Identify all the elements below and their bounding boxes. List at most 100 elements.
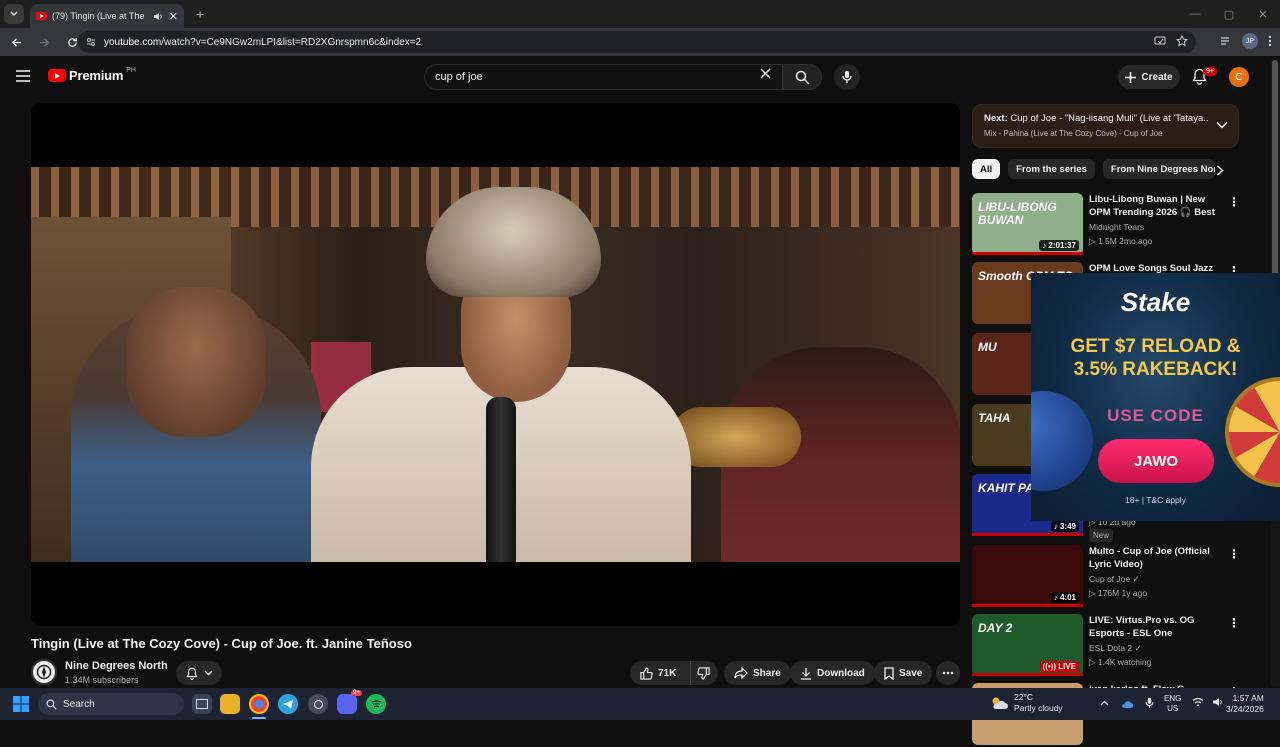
- more-actions-button[interactable]: [936, 661, 960, 685]
- video-player[interactable]: [31, 103, 960, 626]
- create-button[interactable]: Create: [1118, 65, 1180, 89]
- thumbs-up-icon: [640, 666, 653, 680]
- search-button[interactable]: [782, 64, 822, 90]
- guide-menu-button[interactable]: [16, 70, 30, 82]
- thumbnail-text: LIBU-LIBONG BUWAN: [978, 200, 1057, 227]
- channel-subscribers: 1.34M subscribers: [65, 675, 139, 685]
- video-scene-singer-hair: [426, 187, 601, 297]
- download-icon: [801, 667, 811, 680]
- youtube-header: Premium PH cup of joe Create 9+ C: [0, 56, 1280, 98]
- tab-search-button[interactable]: [4, 4, 24, 24]
- ad-promo-code-button[interactable]: JAWO: [1098, 439, 1214, 483]
- video-duration: ♪ 3:49: [1050, 521, 1079, 532]
- country-code: PH: [126, 67, 136, 74]
- microphone-icon[interactable]: [1145, 697, 1154, 709]
- weather-text: 22°C Partly cloudy: [1014, 692, 1063, 714]
- input-language[interactable]: ENG US: [1164, 694, 1181, 714]
- spotify-icon[interactable]: [366, 694, 386, 714]
- cloud-sync-icon[interactable]: [1121, 698, 1133, 709]
- cast-icon[interactable]: [1154, 35, 1166, 47]
- subscription-bell-button[interactable]: [176, 661, 222, 685]
- browser-menu-icon[interactable]: [1268, 35, 1272, 47]
- recommendation-channel: Cup of Joe ✓: [1089, 574, 1140, 584]
- chevron-down-icon[interactable]: [1216, 121, 1228, 129]
- hamburger-icon: [16, 70, 30, 82]
- chip-from-series[interactable]: From the series: [1008, 159, 1095, 179]
- recommendation-thumbnail[interactable]: ♪ 4:01: [972, 545, 1083, 607]
- watch-progress-bar: [972, 604, 1083, 607]
- maximize-button[interactable]: ▢: [1212, 0, 1246, 28]
- save-button[interactable]: Save: [874, 661, 933, 685]
- audio-playing-icon[interactable]: [153, 12, 163, 21]
- close-window-button[interactable]: ✕: [1246, 0, 1280, 28]
- bookmark-star-icon[interactable]: [1176, 35, 1188, 47]
- stake-ad-banner[interactable]: Stake GET $7 RELOAD & 3.5% RAKEBACK! USE…: [1031, 273, 1280, 521]
- new-tab-button[interactable]: +: [196, 6, 204, 22]
- profile-avatar[interactable]: JP: [1242, 33, 1258, 49]
- weather-widget[interactable]: 22°C Partly cloudy: [990, 692, 1063, 714]
- new-badge: New: [1089, 529, 1114, 542]
- chevron-up-icon[interactable]: [1100, 700, 1109, 706]
- clock[interactable]: 1:57 AM 3/24/2026: [1226, 693, 1264, 715]
- video-duration: ♪ 2:01:37: [1039, 240, 1079, 251]
- playlist-next-card[interactable]: Next: Cup of Joe - "Nag-iisang Muli" (Li…: [972, 104, 1239, 148]
- chevron-right-icon[interactable]: [1216, 165, 1224, 176]
- arrow-left-icon: [11, 37, 21, 47]
- chip-all[interactable]: All: [972, 159, 1001, 179]
- channel-avatar[interactable]: [31, 659, 57, 685]
- file-explorer-icon[interactable]: [220, 694, 240, 714]
- minimize-button[interactable]: —: [1178, 0, 1212, 28]
- recommendation-meta: ▷ 1.5M 2mo ago: [1089, 236, 1153, 246]
- recommendation-item[interactable]: LIBU-LIBONG BUWAN ♪ 2:01:37 Libu-Libong Bu…: [972, 193, 1240, 257]
- recommendation-thumbnail[interactable]: LIBU-LIBONG BUWAN ♪ 2:01:37: [972, 193, 1083, 255]
- recommendation-title: LIVE: Virtus.Pro vs. OG Esports - ESL On…: [1089, 615, 1195, 639]
- arrow-right-icon: [39, 37, 49, 47]
- clear-search-icon[interactable]: [760, 68, 771, 79]
- download-button[interactable]: Download: [790, 661, 875, 685]
- ad-headline-line2: 3.5% RAKEBACK!: [1073, 359, 1238, 380]
- video-scene-left-face: [126, 287, 266, 437]
- url-path: /watch?v=Ce9NGw2mLPI&list=RD2XGnrspmn6c&…: [161, 36, 422, 48]
- share-arrow-icon: [734, 667, 748, 679]
- back-button[interactable]: [4, 30, 28, 54]
- chrome-icon[interactable]: [249, 694, 269, 714]
- voice-search-button[interactable]: [834, 64, 860, 90]
- telegram-icon[interactable]: [278, 694, 298, 714]
- discord-badge: 9+: [351, 690, 362, 696]
- tab-title: (79) Tingin (Live at The Cozy Co...: [52, 11, 147, 21]
- chatgpt-icon[interactable]: [308, 694, 328, 714]
- forward-button[interactable]: [32, 30, 56, 54]
- partly-cloudy-icon: [992, 697, 1008, 709]
- page-scrollbar-thumb[interactable]: [1272, 60, 1278, 280]
- share-button[interactable]: Share: [724, 661, 791, 685]
- start-button[interactable]: [13, 696, 29, 712]
- youtube-premium-logo[interactable]: Premium PH: [48, 67, 136, 83]
- browser-tab-strip: (79) Tingin (Live at The Cozy Co... ✕ + …: [0, 0, 1280, 28]
- recommendation-meta: ▷ 1.4K watching: [1089, 657, 1152, 667]
- recommendation-item[interactable]: DAY 2 ((•)) LIVE LIVE: Virtus.Pro vs. OG E…: [972, 614, 1240, 678]
- clock-date: 3/24/2026: [1226, 704, 1264, 714]
- channel-name[interactable]: Nine Degrees North: [65, 660, 168, 672]
- status-icons[interactable]: [1192, 697, 1224, 707]
- account-avatar[interactable]: C: [1229, 67, 1249, 87]
- chip-from-channel[interactable]: From Nine Degrees North: [1102, 159, 1215, 179]
- clock-time: 1:57 AM: [1232, 693, 1264, 703]
- recommendation-item[interactable]: ♪ 4:01 Multo - Cup of Joe (Official Lyric…: [972, 545, 1240, 609]
- address-bar[interactable]: youtube.com /watch?v=Ce9NGw2mLPI&list=RD…: [78, 31, 1196, 53]
- active-app-indicator: [252, 717, 266, 719]
- task-view-icon[interactable]: [192, 694, 212, 714]
- more-options-icon[interactable]: ⋮: [1228, 616, 1240, 630]
- recommendation-thumbnail[interactable]: DAY 2 ((•)) LIVE: [972, 614, 1083, 676]
- more-options-icon[interactable]: ⋮: [1228, 547, 1240, 561]
- close-tab-icon[interactable]: ✕: [169, 10, 178, 23]
- browser-tab-active[interactable]: (79) Tingin (Live at The Cozy Co... ✕: [30, 4, 184, 28]
- discord-icon[interactable]: 9+: [337, 690, 362, 714]
- like-button[interactable]: 71K: [630, 661, 690, 685]
- search-input[interactable]: cup of joe: [424, 64, 788, 90]
- taskbar-search[interactable]: Search: [38, 693, 184, 715]
- media-queue-icon[interactable]: [1220, 35, 1232, 47]
- thumbnail-text: DAY 2: [978, 621, 1013, 635]
- more-options-icon[interactable]: ⋮: [1228, 195, 1240, 209]
- dislike-button[interactable]: [690, 661, 718, 685]
- youtube-logo-icon: [48, 69, 66, 82]
